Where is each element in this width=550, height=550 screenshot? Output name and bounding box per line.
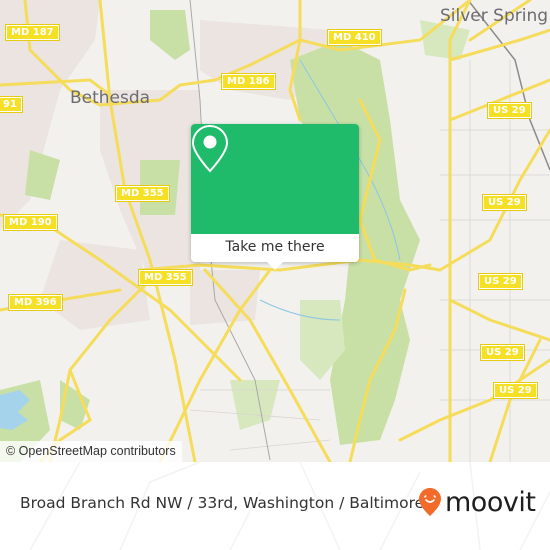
route-shield-md-187: MD 187 — [5, 24, 60, 41]
popup-header — [191, 124, 359, 234]
map-attribution[interactable]: © OpenStreetMap contributors — [0, 441, 182, 462]
route-shield-us-29-a: US 29 — [487, 102, 532, 119]
route-shield-91: 91 — [0, 96, 23, 113]
route-shield-us-29-c: US 29 — [478, 273, 523, 290]
park — [25, 150, 60, 200]
take-me-there-popup[interactable]: Take me there — [191, 124, 359, 270]
route-shield-us-29-e: US 29 — [493, 382, 538, 399]
park — [150, 10, 190, 60]
footer: Broad Branch Rd NW / 33rd, Washington / … — [0, 462, 550, 550]
city-label-silver-spring: Silver Spring — [440, 6, 549, 26]
moovit-wordmark: moovit — [445, 486, 536, 518]
stop-address: Broad Branch Rd NW / 33rd, Washington / … — [20, 494, 425, 512]
park — [420, 20, 470, 60]
popup-pointer — [266, 261, 284, 270]
moovit-pin-icon — [419, 488, 441, 516]
moovit-logo[interactable]: moovit — [418, 482, 536, 522]
route-shield-md-186: MD 186 — [221, 73, 276, 90]
city-label-bethesda: Bethesda — [70, 88, 151, 108]
take-me-there-button[interactable]: Take me there — [191, 234, 359, 262]
route-shield-md-396: MD 396 — [8, 294, 63, 311]
map-pin-icon — [191, 124, 229, 173]
route-shield-md-190: MD 190 — [3, 214, 58, 231]
map[interactable]: Bethesda Silver Spring MD 187 MD 410 MD … — [0, 0, 550, 462]
route-shield-md-410: MD 410 — [327, 29, 382, 46]
route-shield-md-355-upper: MD 355 — [115, 185, 170, 202]
park — [230, 380, 280, 430]
route-shield-us-29-d: US 29 — [480, 344, 525, 361]
route-shield-us-29-b: US 29 — [482, 194, 527, 211]
route-shield-md-355-lower: MD 355 — [138, 269, 193, 286]
